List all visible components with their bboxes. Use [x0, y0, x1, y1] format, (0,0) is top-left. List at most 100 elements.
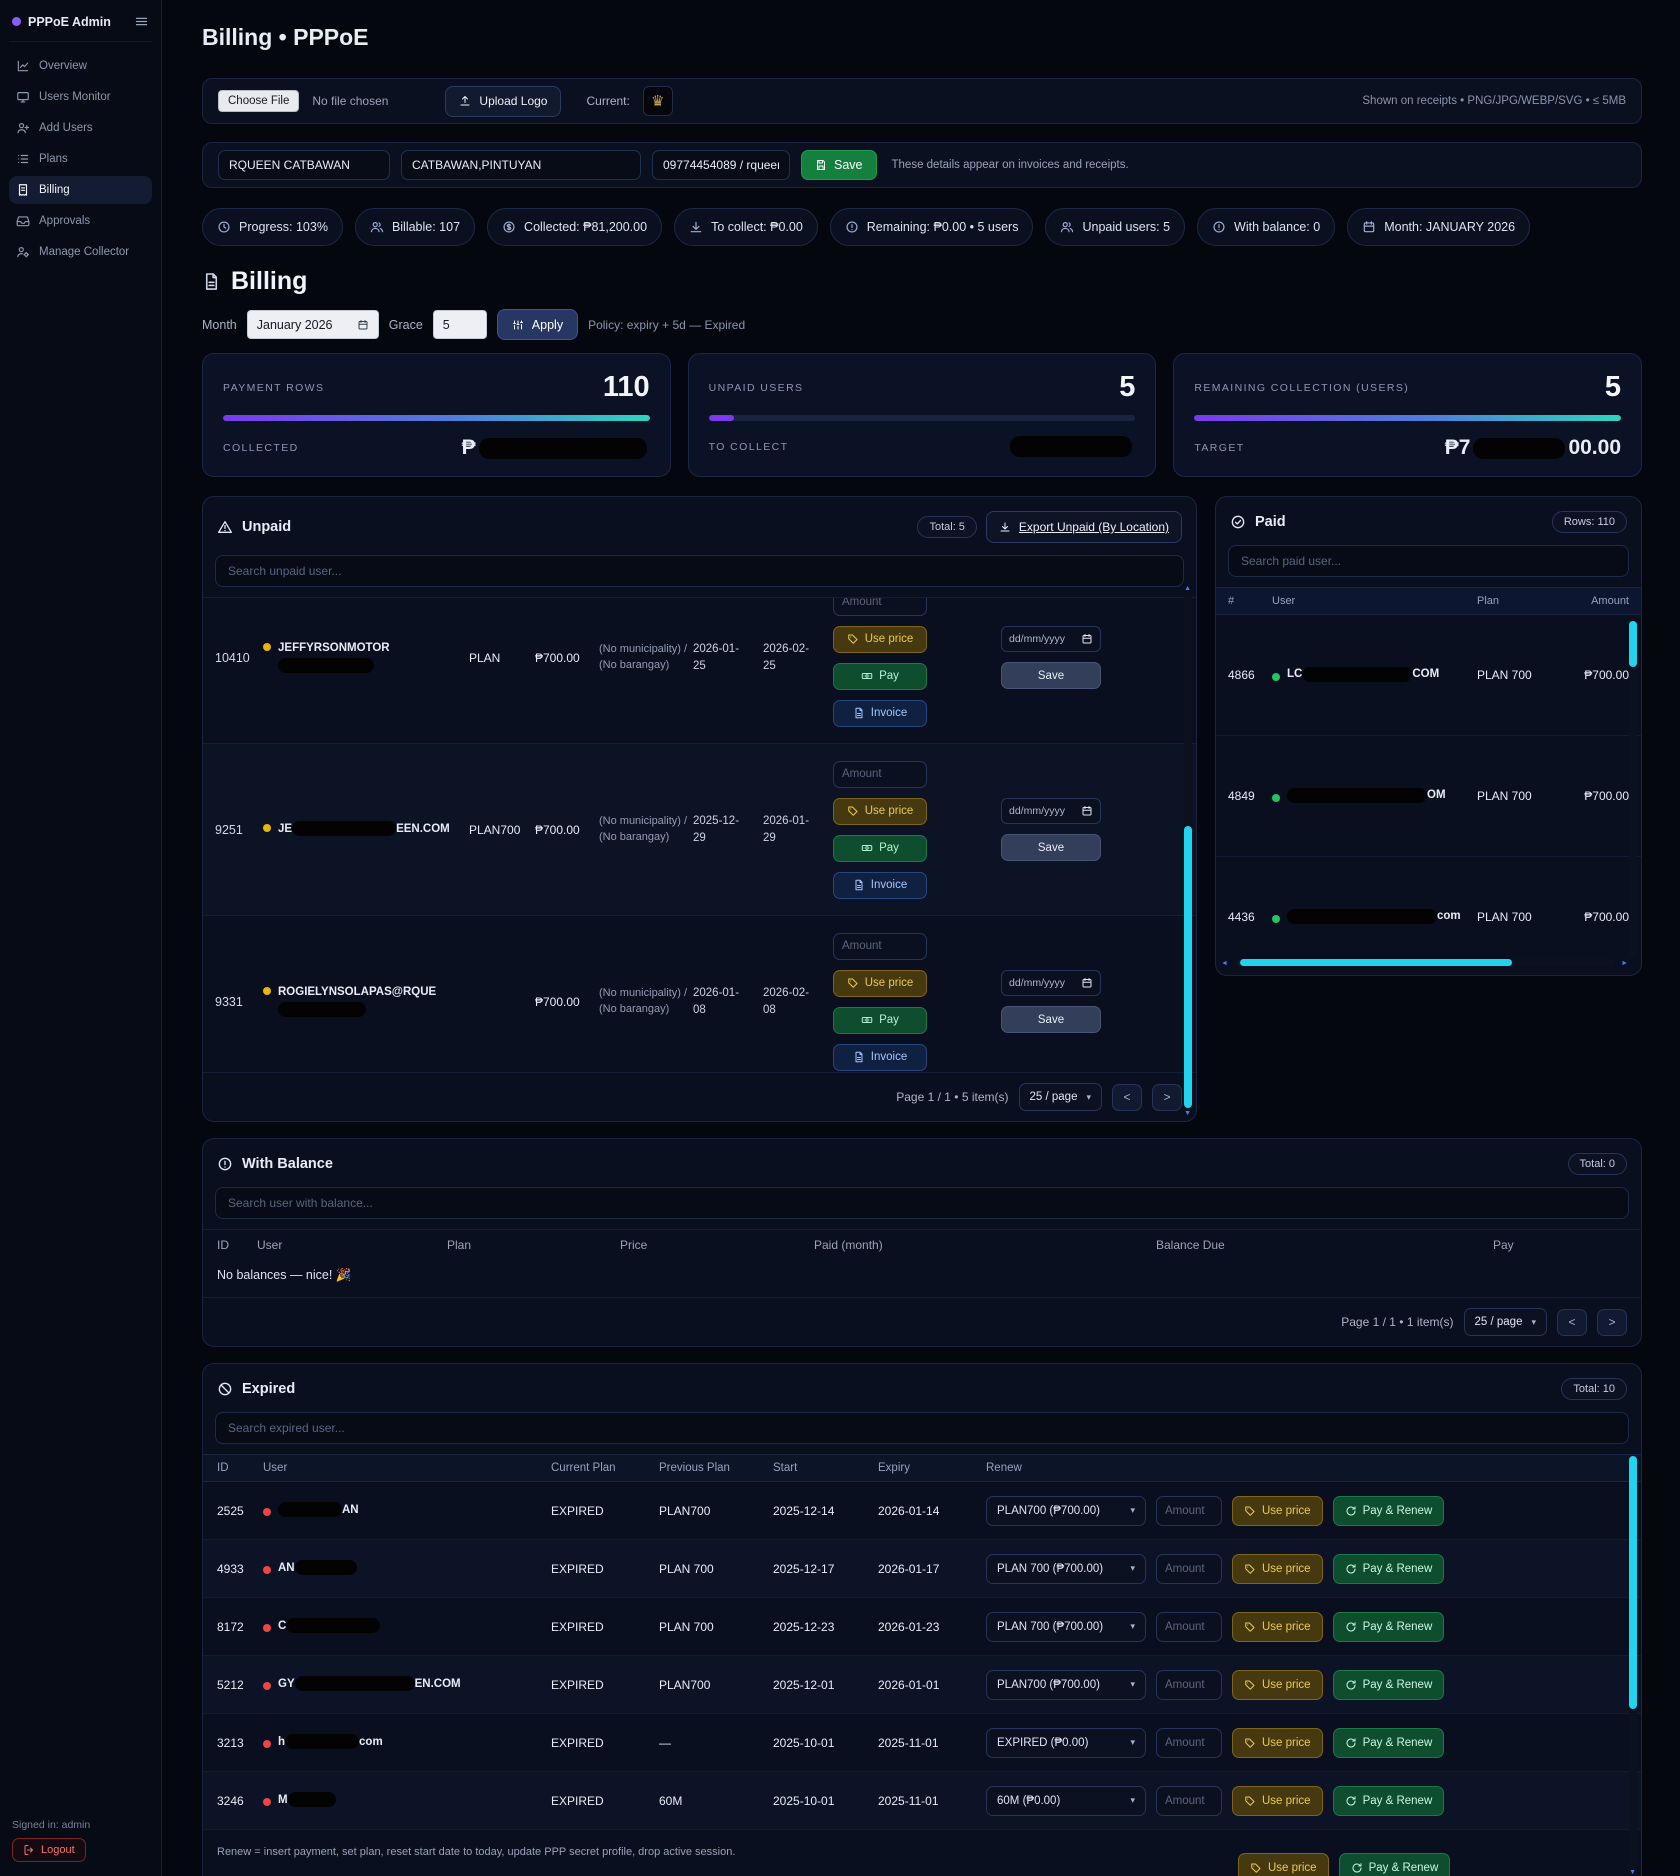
logout-button[interactable]: Logout [12, 1838, 86, 1862]
logo-hint-text: Shown on receipts • PNG/JPG/WEBP/SVG • ≤… [1362, 95, 1626, 107]
row-user: AN [263, 1502, 551, 1520]
use-price-button[interactable]: Use price [1238, 1853, 1329, 1876]
expired-row: 5212 GYEN.COM EXPIRED PLAN700 2025-12-01… [203, 1656, 1641, 1714]
unpaid-search-input[interactable] [215, 555, 1184, 587]
pay-renew-button[interactable]: Pay & Renew [1333, 1612, 1445, 1642]
expired-search-input[interactable] [215, 1412, 1629, 1444]
vertical-scrollbar-thumb[interactable] [1629, 1456, 1637, 1709]
scroll-right-arrow[interactable]: ► [1621, 960, 1628, 967]
scroll-left-arrow[interactable]: ◄ [1221, 960, 1228, 967]
sidebar-item-plans[interactable]: Plans [9, 145, 152, 173]
pay-renew-button[interactable]: Pay & Renew [1333, 1554, 1445, 1584]
next-page-button[interactable]: > [1152, 1084, 1182, 1111]
scroll-down-arrow[interactable]: ▼ [1184, 1110, 1191, 1117]
unpaid-pagination: Page 1 / 1 • 5 item(s) 25 / page▾ < > [203, 1072, 1196, 1121]
menu-toggle-button[interactable] [134, 14, 149, 29]
renew-plan-select[interactable]: PLAN700 (₱700.00)▾ [986, 1496, 1146, 1526]
renew-plan-select[interactable]: PLAN 700 (₱700.00)▾ [986, 1554, 1146, 1584]
unpaid-row: 9331 ROGIELYNSOLAPAS@RQUE ₱700.00 (No mu… [203, 916, 1196, 1072]
amount-input[interactable] [1156, 1786, 1222, 1816]
business-address-field[interactable] [401, 150, 641, 180]
users-icon [370, 220, 384, 234]
pay-renew-button[interactable]: Pay & Renew [1333, 1496, 1445, 1526]
sidebar-item-users-monitor[interactable]: Users Monitor [9, 83, 152, 111]
pay-renew-button[interactable]: Pay & Renew [1333, 1670, 1445, 1700]
sidebar-item-manage-collector[interactable]: Manage Collector [9, 238, 152, 266]
pay-renew-button[interactable]: Pay & Renew [1333, 1728, 1445, 1758]
unpaid-total-badge: Total: 5 [917, 516, 976, 538]
amount-input[interactable] [1156, 1612, 1222, 1642]
amount-input[interactable] [1156, 1554, 1222, 1584]
amount-input[interactable] [1156, 1728, 1222, 1758]
renew-plan-select[interactable]: PLAN700 (₱700.00)▾ [986, 1670, 1146, 1700]
vertical-scrollbar-thumb[interactable] [1184, 826, 1192, 1108]
amount-input[interactable] [833, 597, 927, 616]
use-price-button[interactable]: Use price [1232, 1728, 1323, 1758]
save-row-button[interactable]: Save [1001, 1006, 1101, 1033]
pay-renew-button[interactable]: Pay & Renew [1333, 1786, 1445, 1816]
prev-page-button[interactable]: < [1112, 1084, 1142, 1111]
tag-icon [1244, 1795, 1256, 1807]
refresh-icon [1345, 1505, 1357, 1517]
vertical-scrollbar-thumb[interactable] [1629, 621, 1637, 667]
use-price-button[interactable]: Use price [1232, 1670, 1323, 1700]
horizontal-scrollbar[interactable] [1232, 959, 1615, 966]
sidebar-item-approvals[interactable]: Approvals [9, 207, 152, 235]
amount-input[interactable] [1156, 1670, 1222, 1700]
with-balance-search-input[interactable] [215, 1187, 1629, 1219]
invoice-button[interactable]: Invoice [833, 700, 927, 727]
invoice-icon [853, 1051, 865, 1063]
payment-date-input[interactable]: dd/mm/yyyy [1001, 970, 1101, 996]
business-contact-field[interactable] [652, 150, 790, 180]
save-details-button[interactable]: Save [801, 150, 877, 180]
export-unpaid-button[interactable]: Export Unpaid (By Location) [986, 511, 1182, 543]
calendar-icon [1081, 805, 1093, 817]
use-price-button[interactable]: Use price [833, 798, 927, 825]
per-page-select[interactable]: 25 / page▾ [1019, 1083, 1103, 1111]
sidebar-item-add-users[interactable]: Add Users [9, 114, 152, 142]
per-page-select[interactable]: 25 / page▾ [1464, 1308, 1548, 1336]
payment-date-input[interactable]: dd/mm/yyyy [1001, 626, 1101, 652]
scroll-down-arrow[interactable]: ▼ [1629, 1869, 1636, 1876]
row-user: com [1272, 908, 1477, 926]
amount-input[interactable] [833, 761, 927, 788]
save-row-button[interactable]: Save [1001, 662, 1101, 689]
business-name-field[interactable] [218, 150, 390, 180]
save-row-button[interactable]: Save [1001, 834, 1101, 861]
use-price-button[interactable]: Use price [1232, 1612, 1323, 1642]
renew-plan-select[interactable]: EXPIRED (₱0.00)▾ [986, 1728, 1146, 1758]
invoice-button[interactable]: Invoice [833, 872, 927, 899]
payment-date-input[interactable]: dd/mm/yyyy [1001, 798, 1101, 824]
next-page-button[interactable]: > [1597, 1309, 1627, 1336]
unpaid-row: 9251 JEEEN.COM PLAN700 ₱700.00 (No munic… [203, 744, 1196, 916]
renew-plan-select[interactable]: PLAN 700 (₱700.00)▾ [986, 1612, 1146, 1642]
amount-input[interactable] [1156, 1496, 1222, 1526]
use-price-button[interactable]: Use price [833, 626, 927, 653]
sidebar-item-billing[interactable]: Billing [9, 176, 152, 204]
pay-button[interactable]: Pay [833, 663, 927, 690]
chevron-down-icon: ▾ [1130, 1679, 1135, 1690]
use-price-button[interactable]: Use price [833, 970, 927, 997]
use-price-button[interactable]: Use price [1232, 1496, 1323, 1526]
use-price-button[interactable]: Use price [1232, 1786, 1323, 1816]
pay-button[interactable]: Pay [833, 1007, 927, 1034]
renew-plan-select[interactable]: 60M (₱0.00)▾ [986, 1786, 1146, 1816]
vertical-scrollbar[interactable] [1629, 1456, 1637, 1876]
invoice-button[interactable]: Invoice [833, 1044, 927, 1071]
choose-file-button[interactable]: Choose File [218, 90, 299, 112]
horizontal-scrollbar-thumb[interactable] [1240, 959, 1512, 966]
use-price-button[interactable]: Use price [1232, 1554, 1323, 1584]
paid-search-input[interactable] [1228, 545, 1629, 577]
vertical-scrollbar[interactable] [1184, 593, 1192, 1113]
grace-input[interactable] [433, 310, 487, 339]
pay-button[interactable]: Pay [833, 835, 927, 862]
amount-input[interactable] [833, 933, 927, 960]
sidebar-item-overview[interactable]: Overview [9, 52, 152, 80]
vertical-scrollbar[interactable] [1629, 619, 1637, 957]
scroll-up-arrow[interactable]: ▲ [1184, 585, 1191, 592]
month-date-input[interactable]: January 2026 [247, 310, 379, 339]
prev-page-button[interactable]: < [1557, 1309, 1587, 1336]
pay-renew-button[interactable]: Pay & Renew [1339, 1853, 1451, 1876]
apply-button[interactable]: Apply [497, 309, 578, 340]
upload-logo-button[interactable]: Upload Logo [445, 86, 561, 117]
